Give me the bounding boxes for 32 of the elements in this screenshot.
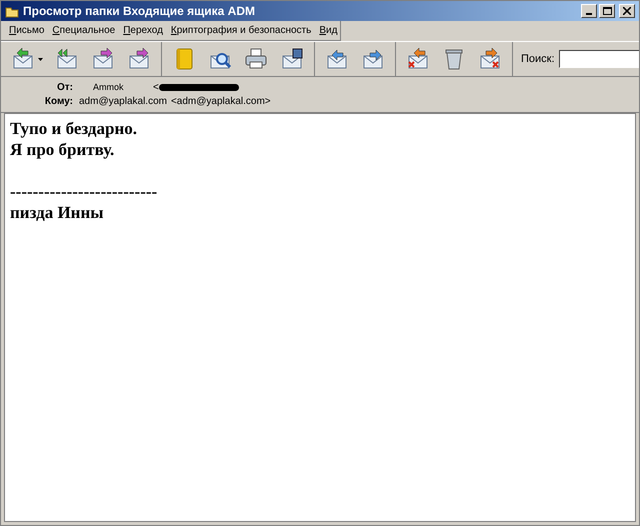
header-address: <adm@yaplakal.com>: [170, 95, 271, 109]
envelope-arrow-icon[interactable]: [11, 47, 35, 71]
minimize-button[interactable]: [581, 4, 597, 18]
envelope-arrow-icon[interactable]: [127, 47, 151, 71]
header-value: Ammok: [92, 80, 125, 94]
message-line: Я про бритву.: [10, 139, 114, 160]
message-line: --------------------------: [10, 181, 158, 202]
close-icon: [623, 7, 631, 15]
close-button[interactable]: [619, 4, 635, 18]
header-address: <: [153, 81, 159, 95]
menu-item[interactable]: Вид: [319, 23, 338, 38]
menu-item[interactable]: Переход: [123, 23, 163, 38]
search-label: Поиск:: [521, 52, 555, 67]
menu-item[interactable]: Специальное: [52, 23, 116, 38]
header-label: Кому:: [44, 95, 74, 109]
envelope-arrows-icon[interactable]: [55, 47, 79, 71]
maximize-button[interactable]: [599, 4, 615, 18]
envelopes-arrow-icon[interactable]: [325, 47, 349, 71]
header-value: adm@yaplakal.com: [79, 95, 167, 109]
search-field[interactable]: [558, 50, 639, 68]
envelope-cross-icon[interactable]: [478, 47, 502, 71]
window-title: Просмотр папки Входящие ящика ADM: [23, 3, 256, 20]
message-line: пизда Инны: [10, 202, 104, 223]
menu-item[interactable]: Криптография и безопасность: [170, 23, 312, 38]
menu-item[interactable]: Письмо: [9, 23, 44, 38]
envelope-arrow-icon[interactable]: [91, 47, 115, 71]
message-line: Тупо и бездарно.: [10, 118, 138, 139]
envelope-cross-icon[interactable]: [406, 47, 430, 71]
envelopes-arrow-icon[interactable]: [361, 47, 385, 71]
printer-icon[interactable]: [244, 47, 268, 71]
caret-icon[interactable]: [38, 58, 43, 60]
header-label: От:: [56, 81, 74, 95]
